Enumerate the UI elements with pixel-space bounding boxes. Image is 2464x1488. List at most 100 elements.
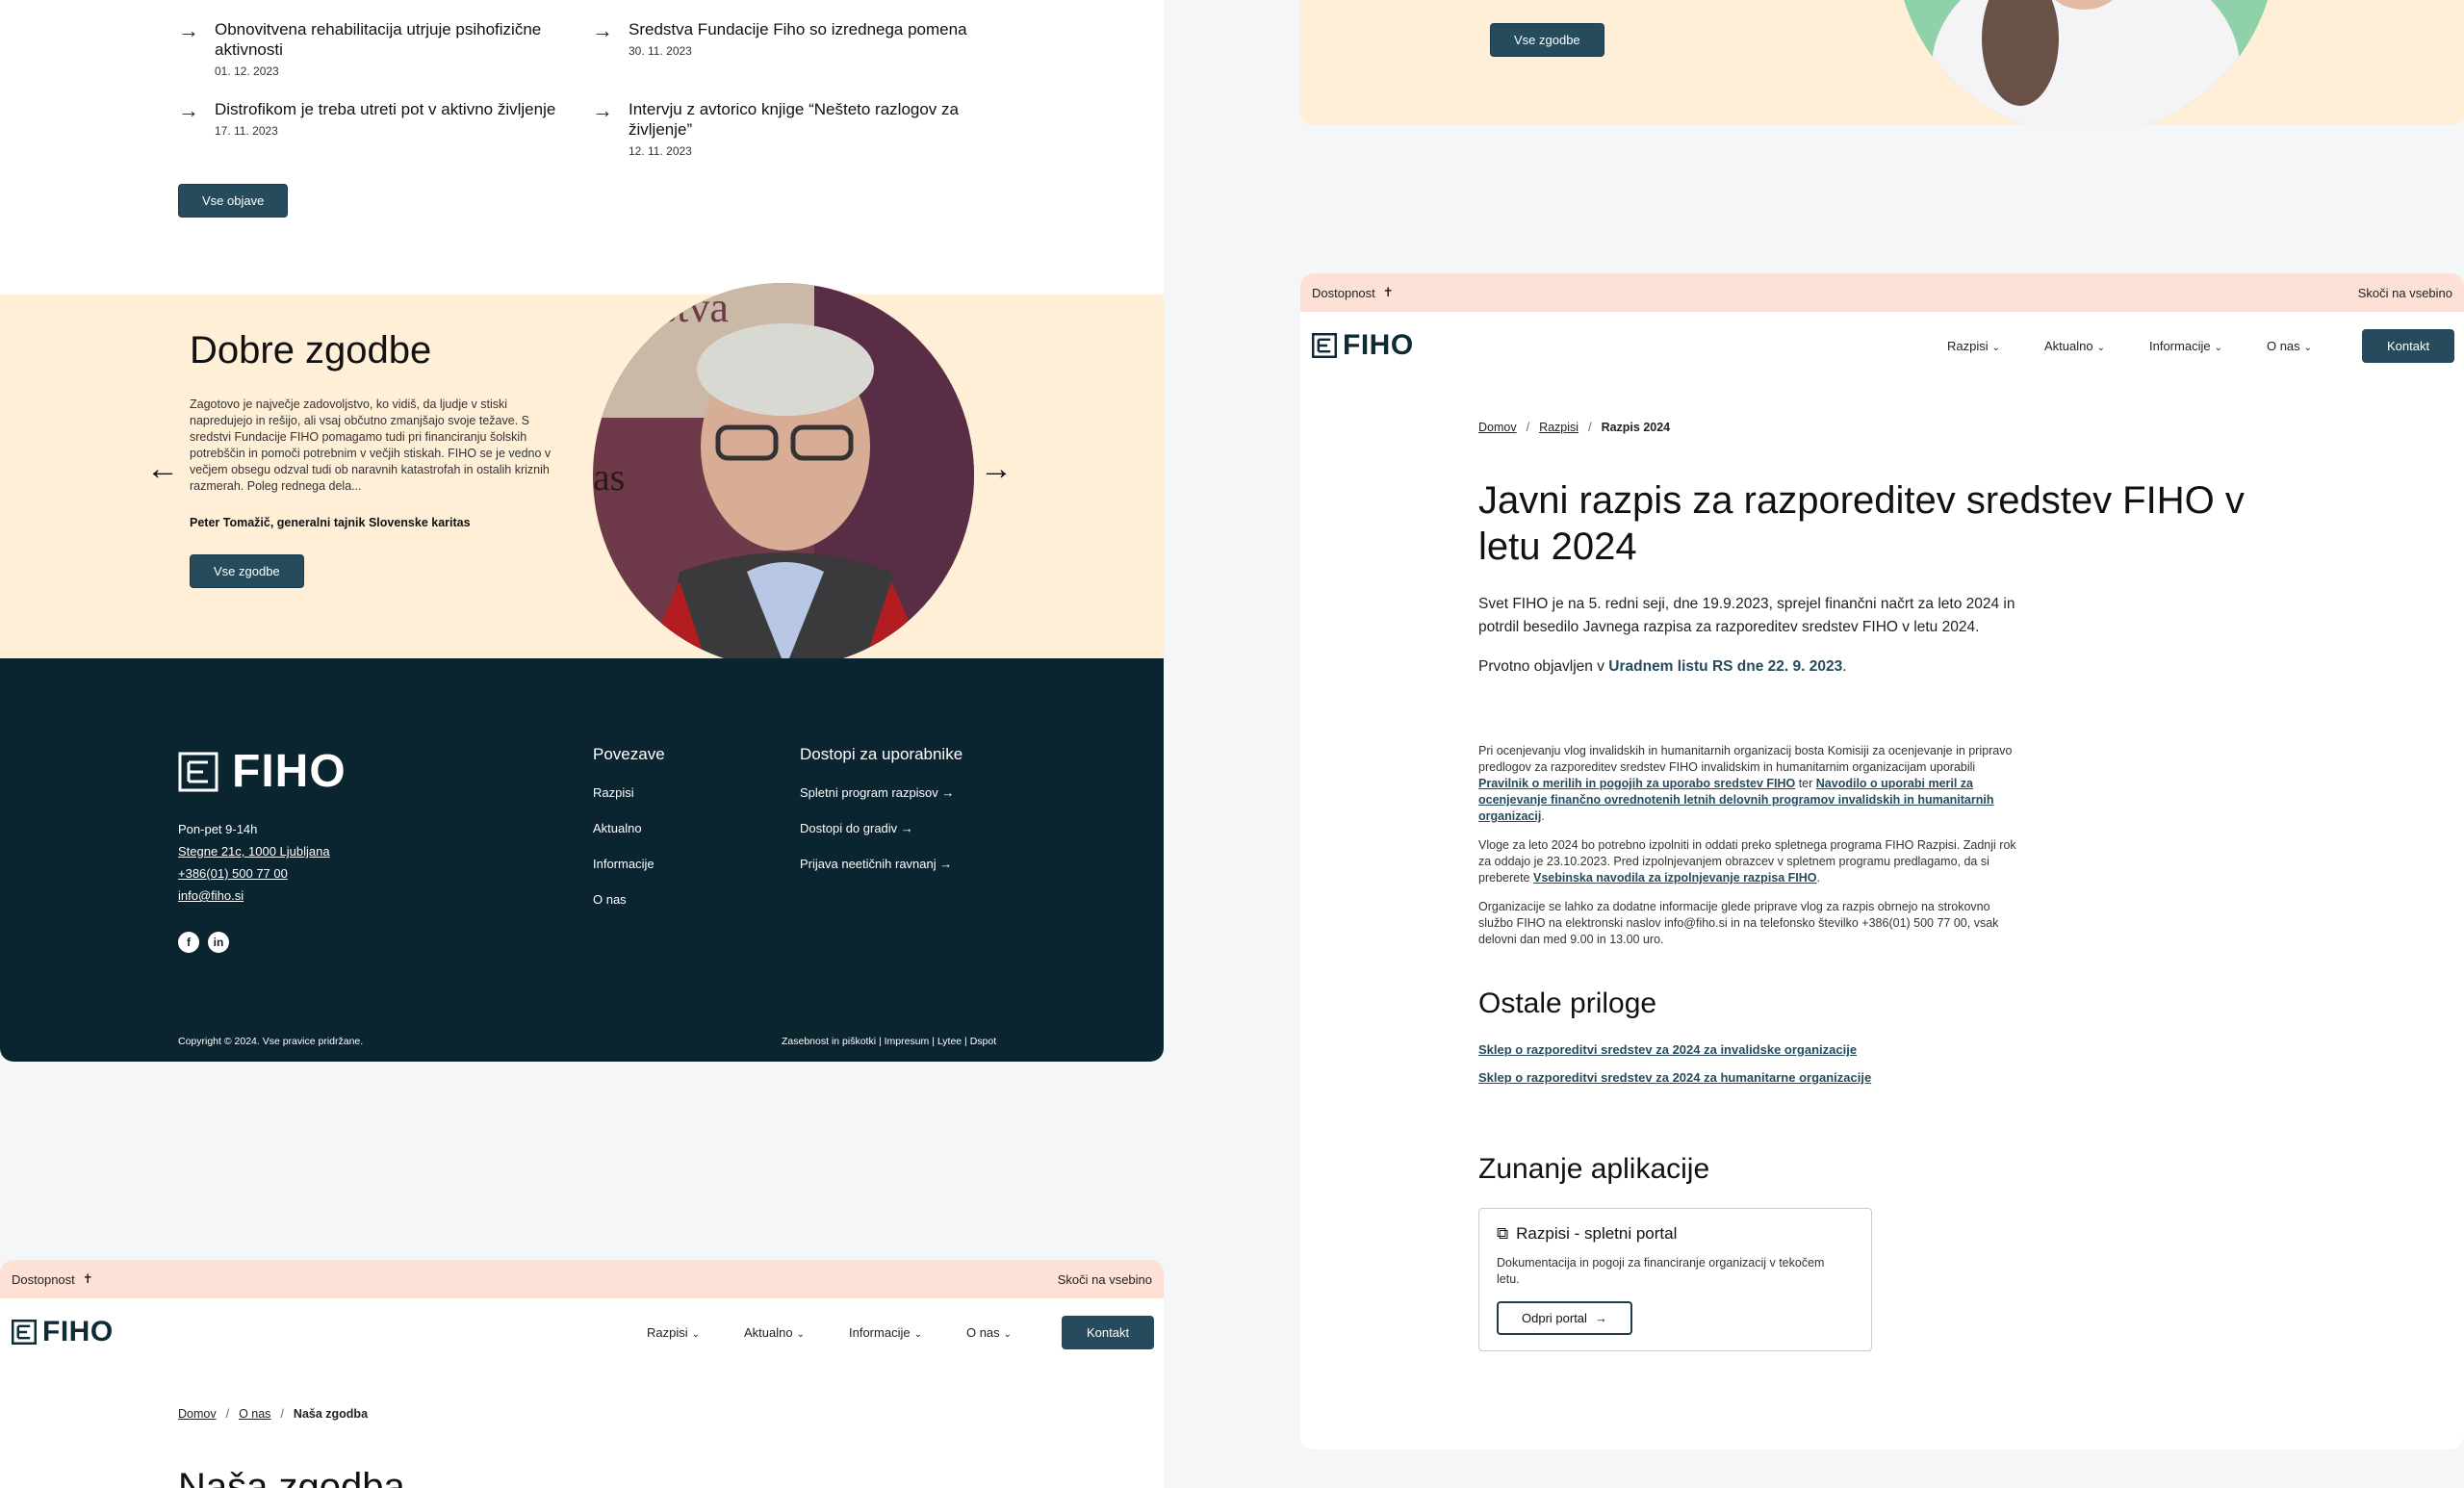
uradni-list-link[interactable]: Uradnem listu RS dne 22. 9. 2023 bbox=[1608, 658, 1842, 675]
fiho-logo-icon bbox=[1312, 333, 1337, 358]
arrow-right-icon: → bbox=[592, 98, 613, 122]
app-card-title: ⧉ Razpisi - spletni portal bbox=[1497, 1224, 1854, 1244]
footer-links-title: Povezave bbox=[593, 745, 665, 763]
app-card-description: Dokumentacija in pogoji za financiranje … bbox=[1497, 1256, 1825, 1286]
news-item[interactable]: → Distrofikom je treba utreti pot v akti… bbox=[178, 99, 592, 158]
footer-link[interactable]: Informacije bbox=[593, 857, 665, 871]
accessibility-label: Dostopnost bbox=[12, 1271, 75, 1287]
body-text: . bbox=[1541, 809, 1545, 823]
footer-link[interactable]: Aktualno bbox=[593, 821, 665, 835]
fiho-logo-icon bbox=[12, 1320, 37, 1345]
breadcrumb-separator: / bbox=[280, 1407, 284, 1421]
accessibility-toggle[interactable]: Dostopnost ✝ bbox=[12, 1271, 93, 1287]
facebook-icon[interactable]: f bbox=[178, 932, 199, 953]
attachment-link[interactable]: Sklep o razporeditvi sredstev za 2024 za… bbox=[1478, 1070, 1871, 1085]
breadcrumb-link[interactable]: Domov bbox=[1478, 421, 1517, 434]
razpis-page: Dostopnost ✝ Skoči na vsebino FIHO Razpi… bbox=[1300, 273, 2464, 1450]
pravilnik-link[interactable]: Pravilnik o merilih in pogojih za uporab… bbox=[1478, 777, 1795, 790]
nav-item-o-nas[interactable]: O nas ⌄ bbox=[2267, 339, 2312, 353]
nav-item-aktualno[interactable]: Aktualno ⌄ bbox=[744, 1325, 805, 1340]
email-link[interactable]: info@fiho.si bbox=[178, 885, 330, 907]
breadcrumb-link[interactable]: O nas bbox=[239, 1407, 270, 1421]
arrow-right-icon[interactable]: → bbox=[980, 450, 1013, 488]
news-date: 17. 11. 2023 bbox=[215, 124, 278, 138]
story-portrait: stva as bbox=[593, 283, 974, 668]
skip-to-content-link[interactable]: Skoči na vsebino bbox=[1058, 1272, 1152, 1287]
accessibility-toggle[interactable]: Dostopnost ✝ bbox=[1312, 285, 1394, 300]
site-logo[interactable]: FIHO bbox=[1312, 329, 1414, 362]
breadcrumb-link[interactable]: Razpisi bbox=[1539, 421, 1578, 434]
arrow-right-icon: → bbox=[178, 18, 199, 42]
apps-title: Zunanje aplikacije bbox=[1478, 1153, 1710, 1185]
news-date: 01. 12. 2023 bbox=[215, 64, 279, 78]
body-text: . bbox=[1816, 871, 1821, 885]
contact-button[interactable]: Kontakt bbox=[1062, 1315, 1155, 1349]
breadcrumb-link[interactable]: Domov bbox=[178, 1407, 217, 1421]
main-nav: FIHO Razpisi ⌄ Aktualno ⌄ Informacije ⌄ O n… bbox=[1300, 312, 2464, 379]
nav-menu: Razpisi ⌄ Aktualno ⌄ Informacije ⌄ O nas ⌄ bbox=[647, 1325, 1012, 1340]
nav-label: Razpisi bbox=[647, 1324, 688, 1340]
news-title[interactable]: Intervju z avtorico knjige “Nešteto razl… bbox=[629, 99, 1006, 140]
skip-to-content-link[interactable]: Skoči na vsebino bbox=[2358, 286, 2452, 300]
contact-button[interactable]: Kontakt bbox=[2362, 328, 2455, 363]
breadcrumb-separator: / bbox=[1588, 421, 1592, 434]
body-paragraph: Pri ocenjevanju vlog invalidskih in huma… bbox=[1478, 743, 2017, 825]
vsebinska-navodila-link[interactable]: Vsebinska navodila za izpolnjevanje razp… bbox=[1533, 871, 1817, 885]
nav-item-razpisi[interactable]: Razpisi ⌄ bbox=[647, 1325, 700, 1340]
breadcrumb-separator: / bbox=[1526, 421, 1530, 434]
news-section: → Obnovitvena rehabilitacija utrjuje psi… bbox=[0, 0, 1164, 295]
footer-access: Dostopi za uporabnike Spletni program ra… bbox=[800, 745, 962, 892]
arrow-right-icon: → bbox=[900, 821, 913, 835]
external-link-icon: ⧉ bbox=[1497, 1224, 1509, 1243]
left-screenshot: → Obnovitvena rehabilitacija utrjuje psi… bbox=[0, 0, 1164, 1488]
nav-item-informacije[interactable]: Informacije ⌄ bbox=[2149, 339, 2222, 353]
fiho-logo-icon bbox=[178, 752, 218, 791]
nav-menu: Razpisi ⌄ Aktualno ⌄ Informacije ⌄ O nas ⌄ bbox=[1947, 339, 2312, 353]
footer-link[interactable]: O nas bbox=[593, 892, 665, 907]
app-card-title-text: Razpisi - spletni portal bbox=[1516, 1224, 1678, 1243]
news-title[interactable]: Obnovitvena rehabilitacija utrjuje psiho… bbox=[215, 19, 592, 60]
stories-section: Dobre zgodbe Zagotovo je največje zadovo… bbox=[0, 295, 1164, 658]
footer-link[interactable]: Razpisi bbox=[593, 785, 665, 800]
footer-logo[interactable]: FIHO bbox=[178, 745, 346, 798]
legal-links[interactable]: Zasebnost in piškotki | Impresum | Lytee… bbox=[782, 1036, 996, 1047]
news-title[interactable]: Sredstva Fundacije Fiho so izrednega pom… bbox=[629, 19, 967, 39]
accessibility-bar: Dostopnost ✝ Skoči na vsebino bbox=[1300, 273, 2464, 312]
open-portal-label: Odpri portal bbox=[1522, 1311, 1587, 1325]
all-stories-button[interactable]: Vse zgodbe bbox=[1490, 23, 1604, 57]
news-list: → Obnovitvena rehabilitacija utrjuje psi… bbox=[178, 18, 1006, 159]
phone-link[interactable]: +386(01) 500 77 00 bbox=[178, 862, 330, 885]
breadcrumb-separator: / bbox=[225, 1407, 230, 1421]
published-note: Prvotno objavljen v Uradnem listu RS dne… bbox=[1478, 655, 1847, 679]
open-portal-button[interactable]: Odpri portal → bbox=[1497, 1301, 1632, 1335]
arrow-right-icon: → bbox=[939, 857, 953, 871]
attachment-link[interactable]: Sklep o razporeditvi sredstev za 2024 za… bbox=[1478, 1042, 1871, 1057]
chevron-down-icon: ⌄ bbox=[1991, 342, 2001, 353]
footer-access-link[interactable]: Prijava neetičnih ravnanj → bbox=[800, 857, 962, 871]
linkedin-icon[interactable]: in bbox=[208, 932, 229, 953]
nav-label: Aktualno bbox=[2044, 338, 2093, 353]
arrow-left-icon[interactable]: ← bbox=[146, 450, 179, 488]
news-item[interactable]: → Intervju z avtorico knjige “Nešteto ra… bbox=[592, 98, 1006, 159]
nav-label: O nas bbox=[2266, 338, 2300, 353]
chevron-down-icon: ⌄ bbox=[2303, 342, 2313, 353]
logo-text: FIHO bbox=[42, 1316, 114, 1347]
all-news-button[interactable]: Vse objave bbox=[178, 184, 289, 218]
published-prefix: Prvotno objavljen v bbox=[1478, 658, 1609, 675]
address-link[interactable]: Stegne 21c, 1000 Ljubljana bbox=[178, 840, 330, 862]
all-stories-button[interactable]: Vse zgodbe bbox=[190, 554, 304, 588]
footer-contact: Pon-pet 9-14h Stegne 21c, 1000 Ljubljana… bbox=[178, 818, 330, 907]
nav-item-razpisi[interactable]: Razpisi ⌄ bbox=[1947, 339, 2000, 353]
nav-item-o-nas[interactable]: O nas ⌄ bbox=[966, 1325, 1012, 1340]
news-item[interactable]: → Obnovitvena rehabilitacija utrjuje psi… bbox=[178, 18, 592, 79]
footer-access-link[interactable]: Spletni program razpisov → bbox=[800, 785, 962, 800]
footer-access-link[interactable]: Dostopi do gradiv → bbox=[800, 821, 962, 835]
breadcrumb: Domov / Razpisi / Razpis 2024 bbox=[1478, 421, 1670, 434]
news-date: 12. 11. 2023 bbox=[629, 144, 692, 158]
nav-item-aktualno[interactable]: Aktualno ⌄ bbox=[2044, 339, 2105, 353]
site-logo[interactable]: FIHO bbox=[12, 1316, 114, 1348]
news-item[interactable]: → Sredstva Fundacije Fiho so izrednega p… bbox=[592, 19, 1006, 78]
nav-item-informacije[interactable]: Informacije ⌄ bbox=[849, 1325, 922, 1340]
breadcrumb: Domov / O nas / Naša zgodba bbox=[178, 1407, 368, 1421]
news-title[interactable]: Distrofikom je treba utreti pot v aktivn… bbox=[215, 99, 555, 119]
